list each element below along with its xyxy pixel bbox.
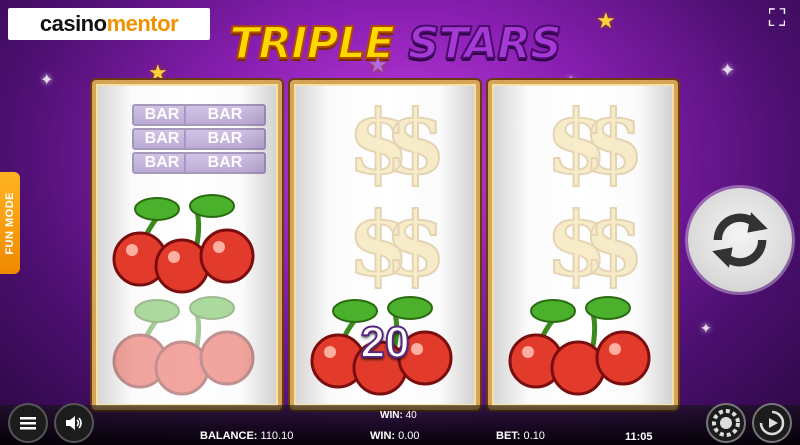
dollar-text: $$ [347, 90, 448, 194]
dollar-symbol: $$ [492, 92, 674, 192]
menu-button[interactable] [8, 403, 48, 443]
bet-chip-button[interactable] [706, 403, 746, 443]
clock: 11:05 [625, 431, 653, 443]
bar-tile: BAR [132, 128, 192, 150]
fullscreen-icon[interactable]: ⛶ [764, 6, 790, 32]
fun-mode-label: FUN MODE [4, 191, 16, 255]
spin-button[interactable] [688, 188, 792, 292]
balance-value: 110.10 [260, 430, 294, 442]
bar-tile: BAR [132, 104, 192, 126]
sound-icon [66, 416, 82, 430]
sparkle-icon: ✦ [720, 60, 736, 80]
title-stars: STARS [407, 17, 563, 70]
reel-3: $$ $$ [488, 80, 678, 410]
menu-icon [20, 417, 36, 430]
cherries-icon [508, 296, 651, 396]
win-label: WIN: [370, 430, 396, 442]
cherries-symbol [492, 296, 674, 396]
cherries-icon [112, 296, 255, 396]
bar-tile: BAR [184, 104, 266, 126]
balance-readout: BALANCE: 110.10 [200, 430, 293, 442]
bar-tile: BAR [184, 152, 266, 174]
reel-1: BAR BAR BAR BAR BAR BAR [92, 80, 282, 410]
dollar-text: $$ [347, 192, 448, 296]
game-stage: ✦ ✦ ✦ ✦ ✦ casinomentor ⛶ TRIPLE STARS ★ … [0, 0, 800, 445]
dollar-text: $$ [545, 90, 646, 194]
autoplay-button[interactable] [752, 403, 792, 443]
star-icon: ★ [596, 8, 616, 33]
dollar-symbol: $$ [294, 92, 476, 192]
cherries-symbol [96, 296, 278, 396]
win-value: 0.00 [398, 430, 420, 442]
bar-tile: BAR [132, 152, 192, 174]
fun-mode-tab[interactable]: FUN MODE [0, 172, 20, 274]
dollar-symbol: $$ [294, 194, 476, 294]
sound-button[interactable] [54, 403, 94, 443]
bet-label: BET: [496, 430, 521, 442]
logo-text-casino: casino [39, 11, 107, 36]
autoplay-icon [759, 410, 785, 436]
cherries-icon [112, 194, 255, 294]
dollar-text: $$ [545, 192, 646, 296]
sparkle-icon: ✦ [40, 72, 54, 89]
star-icon: ★ [368, 52, 388, 77]
sparkle-icon: ✦ [700, 320, 712, 336]
total-win-value: 40 [405, 410, 417, 421]
bar-symbol: BAR BAR BAR BAR BAR BAR [96, 92, 278, 192]
bet-readout: BET: 0.10 [496, 430, 545, 442]
game-title: TRIPLE STARS [135, 8, 655, 78]
win-readout: WIN: 0.00 [370, 430, 420, 442]
spin-icon [712, 212, 768, 268]
total-win-readout: WIN: 40 [380, 410, 417, 421]
bar-tile: BAR [184, 128, 266, 150]
line-win-amount: 20 [360, 317, 411, 368]
dollar-symbol: $$ [492, 194, 674, 294]
balance-label: BALANCE: [200, 430, 258, 442]
bet-value: 0.10 [523, 430, 545, 442]
total-win-label: WIN: [380, 410, 403, 421]
chip-icon [712, 409, 740, 437]
cherries-symbol [96, 194, 278, 294]
